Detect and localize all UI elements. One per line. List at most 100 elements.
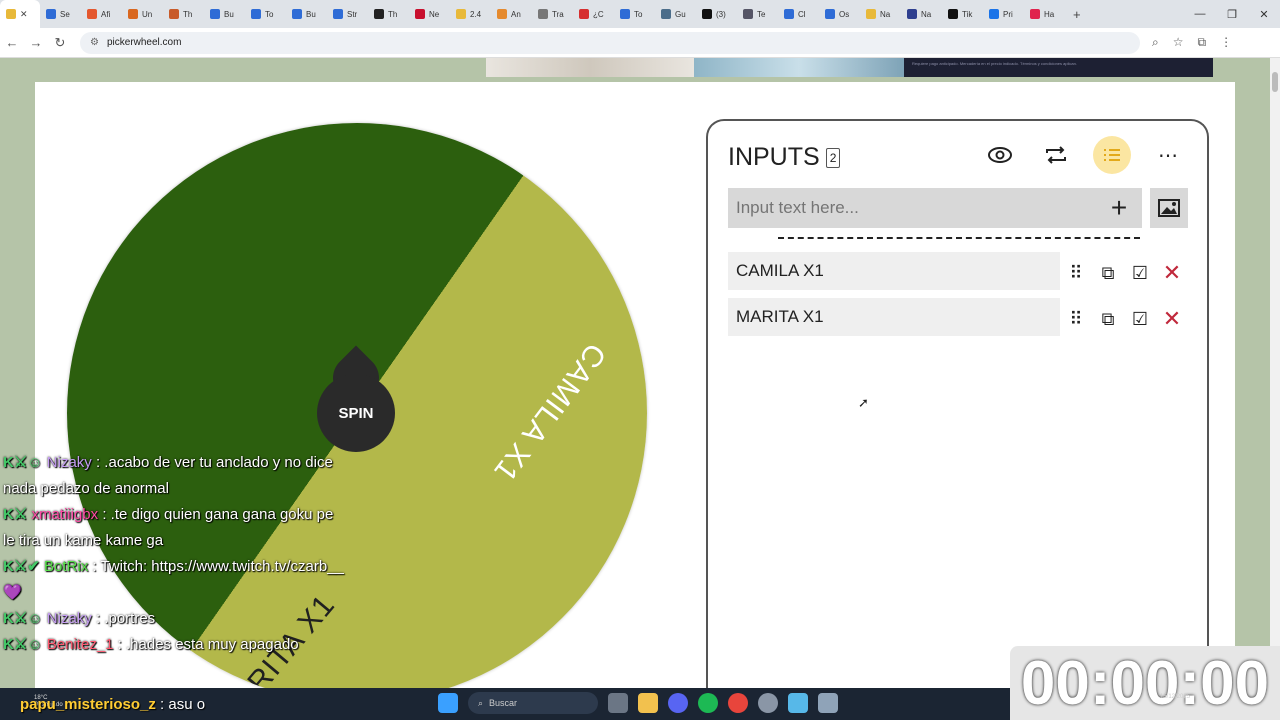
drag-handle-icon[interactable]: ⠿: [1066, 263, 1086, 284]
tab-label: An: [511, 9, 521, 19]
app-icon[interactable]: [758, 693, 778, 713]
stream-chat-overlay: K⚔☺ Nizaky : .acabo de ver tu anclado y …: [3, 450, 348, 658]
favicon-icon: [579, 9, 589, 19]
tab[interactable]: Th: [368, 0, 409, 28]
tab[interactable]: Ne: [409, 0, 450, 28]
system-tray-date[interactable]: 15/12/2025: [1160, 694, 1190, 700]
url-field[interactable]: ⚙ pickerwheel.com: [80, 31, 1140, 54]
tab[interactable]: Un: [122, 0, 163, 28]
tab[interactable]: Bu: [204, 0, 245, 28]
site-info-icon[interactable]: ⚙: [90, 37, 99, 48]
tab-label: Ha: [1044, 9, 1055, 19]
tab[interactable]: Cl: [778, 0, 819, 28]
inputs-panel: INPUTS 2 ⋯ + CAMILA X1 ⠿ ⧉ ☑ ✕ MARITA X1…: [706, 119, 1209, 709]
tab-active[interactable]: ✕: [0, 0, 40, 28]
minimize-icon[interactable]: —: [1184, 8, 1216, 20]
tab-label: Th: [388, 9, 398, 19]
spotify-icon[interactable]: [698, 693, 718, 713]
bookmark-star-icon[interactable]: ☆: [1173, 35, 1184, 50]
discord-icon[interactable]: [668, 693, 688, 713]
windows-start-icon[interactable]: [438, 693, 458, 713]
close-window-icon[interactable]: ✕: [1248, 8, 1280, 21]
list-icon[interactable]: [1093, 136, 1131, 174]
tab[interactable]: Na: [901, 0, 942, 28]
taskbar-search[interactable]: ⌕ Buscar: [468, 692, 598, 714]
tab[interactable]: Se: [40, 0, 81, 28]
tab[interactable]: To: [245, 0, 286, 28]
list-item[interactable]: MARITA X1: [728, 298, 1060, 336]
favicon-icon: [456, 9, 466, 19]
tab-label: Na: [880, 9, 891, 19]
spin-button[interactable]: SPIN: [317, 374, 395, 452]
forward-icon[interactable]: →: [24, 35, 48, 50]
calculator-icon[interactable]: [818, 693, 838, 713]
tab[interactable]: Th: [163, 0, 204, 28]
checkbox-checked-icon[interactable]: ☑: [1130, 263, 1150, 284]
panel-title: INPUTS 2: [728, 143, 841, 172]
address-bar-actions: ⌕ ☆ ⧉ ⋮: [1152, 35, 1232, 50]
tab-label: Se: [60, 9, 70, 19]
reload-icon[interactable]: ↻: [48, 35, 72, 51]
checkbox-checked-icon[interactable]: ☑: [1130, 309, 1150, 330]
scrollbar-thumb[interactable]: [1272, 72, 1278, 92]
tab[interactable]: Gu: [655, 0, 696, 28]
chrome-icon[interactable]: [728, 693, 748, 713]
tab[interactable]: Te: [737, 0, 778, 28]
new-tab-button[interactable]: +: [1065, 7, 1089, 22]
extensions-icon[interactable]: ⧉: [1198, 35, 1207, 50]
tab-label: Str: [347, 9, 358, 19]
tab[interactable]: Str: [327, 0, 368, 28]
eye-icon[interactable]: [981, 136, 1019, 174]
delete-icon[interactable]: ✕: [1162, 306, 1182, 332]
menu-dots-icon[interactable]: ⋮: [1220, 35, 1232, 50]
chat-username: BotRix: [44, 558, 89, 575]
tab[interactable]: An: [491, 0, 532, 28]
tab[interactable]: Os: [819, 0, 860, 28]
tab[interactable]: Bu: [286, 0, 327, 28]
tab[interactable]: ¿C: [573, 0, 614, 28]
notepad-icon[interactable]: [788, 693, 808, 713]
ad-banner[interactable]: Requiere pago anticipado. Mercadería en …: [486, 58, 1213, 77]
tab[interactable]: Na: [860, 0, 901, 28]
add-entry-button[interactable]: +: [1104, 192, 1134, 224]
tab[interactable]: To: [614, 0, 655, 28]
back-icon[interactable]: ←: [0, 35, 24, 50]
add-image-button[interactable]: [1150, 188, 1188, 228]
favicon-icon: [169, 9, 179, 19]
tab[interactable]: (3): [696, 0, 737, 28]
tab[interactable]: 2.4: [450, 0, 491, 28]
favicon-icon: [292, 9, 302, 19]
tab[interactable]: Ha: [1024, 0, 1065, 28]
close-tab-icon[interactable]: ✕: [20, 9, 28, 20]
tab-label: Na: [921, 9, 932, 19]
more-dots-icon[interactable]: ⋯: [1149, 136, 1187, 174]
favicon-icon: [948, 9, 958, 19]
panel-toolbar: ⋯: [981, 136, 1187, 174]
tab[interactable]: Pri: [983, 0, 1024, 28]
chat-badges-icon: K⚔: [3, 506, 28, 523]
tab[interactable]: Tra: [532, 0, 573, 28]
favicon-icon: [743, 9, 753, 19]
favicon-icon: [1030, 9, 1040, 19]
tab[interactable]: Afi: [81, 0, 122, 28]
scrollbar[interactable]: [1270, 58, 1280, 688]
new-entry-row: +: [728, 188, 1142, 228]
delete-icon[interactable]: ✕: [1162, 260, 1182, 286]
duplicate-icon[interactable]: ⧉: [1098, 263, 1118, 284]
zoom-icon[interactable]: ⌕: [1152, 35, 1159, 50]
window-controls: — ❐ ✕: [1184, 0, 1280, 28]
favicon-icon: [907, 9, 917, 19]
entry-input[interactable]: [736, 198, 1104, 218]
duplicate-icon[interactable]: ⧉: [1098, 309, 1118, 330]
list-item[interactable]: CAMILA X1: [728, 252, 1060, 290]
drag-handle-icon[interactable]: ⠿: [1066, 309, 1086, 330]
task-view-icon[interactable]: [608, 693, 628, 713]
file-explorer-icon[interactable]: [638, 693, 658, 713]
shuffle-icon[interactable]: [1037, 136, 1075, 174]
chat-message: K⚔ xmatiiigbx : .te digo quien gana gana…: [3, 502, 348, 554]
chat-message: K⚔☺ Benitez_1 : .hades esta muy apagado: [3, 632, 348, 658]
ad-image: [694, 58, 904, 77]
maximize-icon[interactable]: ❐: [1216, 8, 1248, 21]
tab[interactable]: Tik: [942, 0, 983, 28]
url-text: pickerwheel.com: [106, 37, 182, 48]
